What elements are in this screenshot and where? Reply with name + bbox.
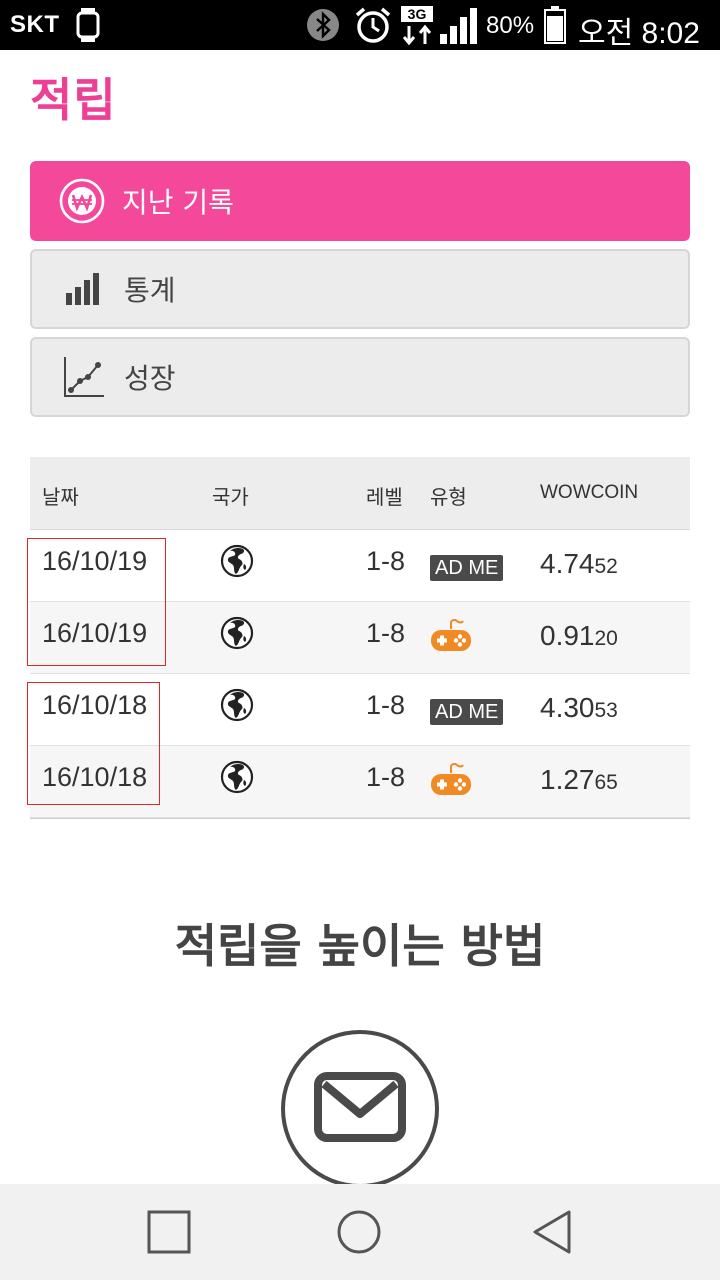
globe-icon bbox=[220, 688, 254, 729]
battery-icon bbox=[544, 6, 566, 48]
svg-text:3G: 3G bbox=[408, 6, 427, 22]
globe-icon bbox=[220, 544, 254, 585]
menu-growth-button[interactable]: 성장 bbox=[30, 337, 690, 417]
menu-stats-button[interactable]: 통계 bbox=[30, 249, 690, 329]
carrier-label: SKT bbox=[10, 11, 60, 38]
highlight-box bbox=[27, 682, 160, 805]
header-type: 유형 bbox=[430, 485, 467, 509]
coin-main: 4.30 bbox=[540, 692, 595, 723]
recent-apps-icon[interactable] bbox=[143, 1206, 195, 1258]
status-bar: SKT 3G 80% 오전 8:02 bbox=[0, 0, 720, 50]
network-3g-icon: 3G bbox=[400, 6, 434, 50]
back-icon[interactable] bbox=[526, 1206, 578, 1258]
globe-icon bbox=[220, 616, 254, 657]
bar-chart-icon bbox=[60, 265, 108, 313]
header-country: 국가 bbox=[212, 485, 249, 509]
table-header: 날짜 국가 레벨 유형 WOWCOIN bbox=[30, 457, 690, 530]
navigation-bar bbox=[0, 1184, 720, 1280]
menu-growth-label: 성장 bbox=[124, 362, 176, 395]
page-title: 적립 bbox=[30, 73, 117, 127]
row-coin: 4.7452 bbox=[540, 548, 618, 580]
won-coin-icon bbox=[58, 177, 106, 225]
battery-percent: 80% bbox=[486, 12, 535, 39]
mail-icon bbox=[314, 1072, 406, 1146]
row-type: AD ME bbox=[430, 694, 504, 725]
line-chart-icon bbox=[60, 353, 108, 401]
row-level: 1-8 bbox=[366, 546, 406, 576]
header-coin: WOWCOIN bbox=[540, 482, 639, 503]
menu-history-button[interactable]: 지난 기록 bbox=[30, 161, 690, 241]
gamepad-icon bbox=[430, 762, 472, 805]
adme-badge: AD ME bbox=[430, 699, 504, 725]
clock: 오전 8:02 bbox=[578, 17, 700, 50]
home-icon[interactable] bbox=[333, 1206, 385, 1258]
watch-icon bbox=[76, 8, 100, 46]
table-divider bbox=[30, 818, 690, 819]
coin-small: 52 bbox=[594, 555, 618, 578]
row-level: 1-8 bbox=[366, 762, 406, 792]
gamepad-icon bbox=[430, 618, 472, 661]
highlight-box bbox=[27, 538, 166, 666]
coin-main: 1.27 bbox=[540, 764, 595, 795]
menu-history-label: 지난 기록 bbox=[122, 186, 234, 219]
coin-main: 4.74 bbox=[540, 548, 595, 579]
coin-main: 0.91 bbox=[540, 620, 595, 651]
howto-title: 적립을 높이는 방법 bbox=[174, 919, 546, 973]
row-level: 1-8 bbox=[366, 618, 406, 648]
coin-small: 53 bbox=[594, 699, 618, 722]
row-coin: 1.2765 bbox=[540, 764, 618, 796]
coin-small: 65 bbox=[594, 771, 618, 794]
row-coin: 4.3053 bbox=[540, 692, 618, 724]
header-level: 레벨 bbox=[366, 485, 403, 509]
row-level: 1-8 bbox=[366, 690, 406, 720]
header-date: 날짜 bbox=[42, 485, 79, 509]
mail-button[interactable] bbox=[281, 1030, 439, 1188]
alarm-icon bbox=[354, 6, 392, 48]
row-type: AD ME bbox=[430, 550, 504, 581]
menu-stats-label: 통계 bbox=[124, 274, 176, 307]
coin-small: 20 bbox=[594, 627, 618, 650]
adme-badge: AD ME bbox=[430, 555, 504, 581]
row-coin: 0.9120 bbox=[540, 620, 618, 652]
bluetooth-icon bbox=[306, 8, 340, 46]
signal-icon bbox=[440, 8, 480, 48]
globe-icon bbox=[220, 760, 254, 801]
